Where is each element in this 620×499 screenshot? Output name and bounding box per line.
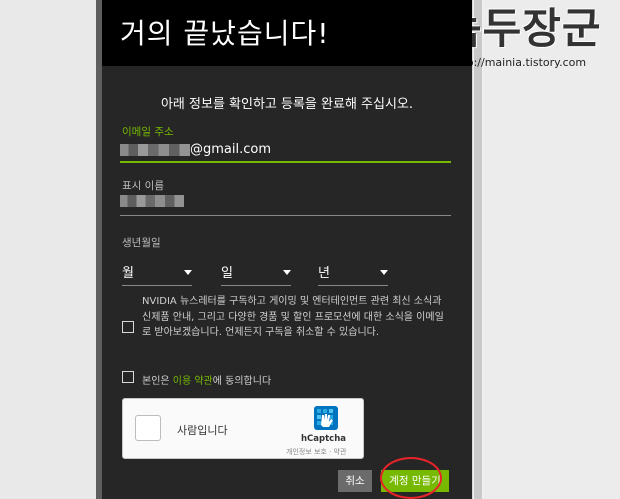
captcha-brand: hCaptcha [301,434,346,444]
email-field[interactable]: @gmail.com [120,139,451,163]
display-name-value [120,195,184,207]
captcha-privacy-link[interactable]: 개인정보 보호 · 약관 [286,447,346,457]
day-select[interactable]: 일 [221,262,291,286]
birthdate-label: 생년월일 [122,237,161,249]
year-underline [318,285,388,286]
email-suffix: @gmail.com [190,142,272,157]
terms-prefix: 본인은 [142,376,173,387]
terms-suffix: 에 동의합니다 [212,376,272,387]
month-chevron-down-icon [184,270,192,275]
page-title: 거의 끝났습니다! [120,17,330,50]
terms-link[interactable]: 이용 약관 [173,376,213,387]
newsletter-consent-text: NVIDIA 뉴스레터를 구독하고 게이밍 및 엔터테인먼트 관련 최신 소식과… [142,296,444,338]
cancel-button[interactable]: 취소 [338,470,372,492]
year-value: 년 [318,266,330,281]
signup-panel: 거의 끝났습니다! 아래 정보를 확인하고 등록을 완료해 주십시오. 이메일 … [102,0,472,499]
email-underline [120,161,451,163]
watermark-url: http://mainia.tistory.com [451,56,587,69]
day-underline [221,285,291,286]
day-value: 일 [221,266,233,281]
newsletter-checkbox[interactable] [122,321,134,333]
year-chevron-down-icon [380,270,388,275]
year-select[interactable]: 년 [318,262,388,286]
hcaptcha-widget: 사람입니다 hCaptcha 개인정보 보호 · 약관 [122,398,364,459]
display-name-field[interactable] [120,192,451,216]
day-chevron-down-icon [283,270,291,275]
display-name-underline [120,215,451,216]
form-subtitle: 아래 정보를 확인하고 등록을 완료해 주십시오. [160,97,414,112]
terms-text: 본인은 이용 약관에 동의합니다 [142,372,271,387]
terms-checkbox[interactable] [122,371,134,383]
email-label: 이메일 주소 [122,126,174,138]
display-name-redaction [120,195,184,207]
captcha-label: 사람입니다 [177,424,228,437]
left-background [0,0,102,499]
scrollbar-thumb[interactable] [474,0,482,499]
captcha-checkbox[interactable] [135,415,161,441]
month-underline [122,285,192,286]
email-value: @gmail.com [120,142,271,157]
display-name-label: 표시 이름 [122,180,164,192]
month-value: 월 [122,266,134,281]
email-redaction [120,143,190,156]
right-background [472,0,620,499]
highlight-circle [380,457,442,499]
month-select[interactable]: 월 [122,262,192,286]
hcaptcha-logo-icon [314,406,338,430]
panel-header: 거의 끝났습니다! [102,0,472,66]
